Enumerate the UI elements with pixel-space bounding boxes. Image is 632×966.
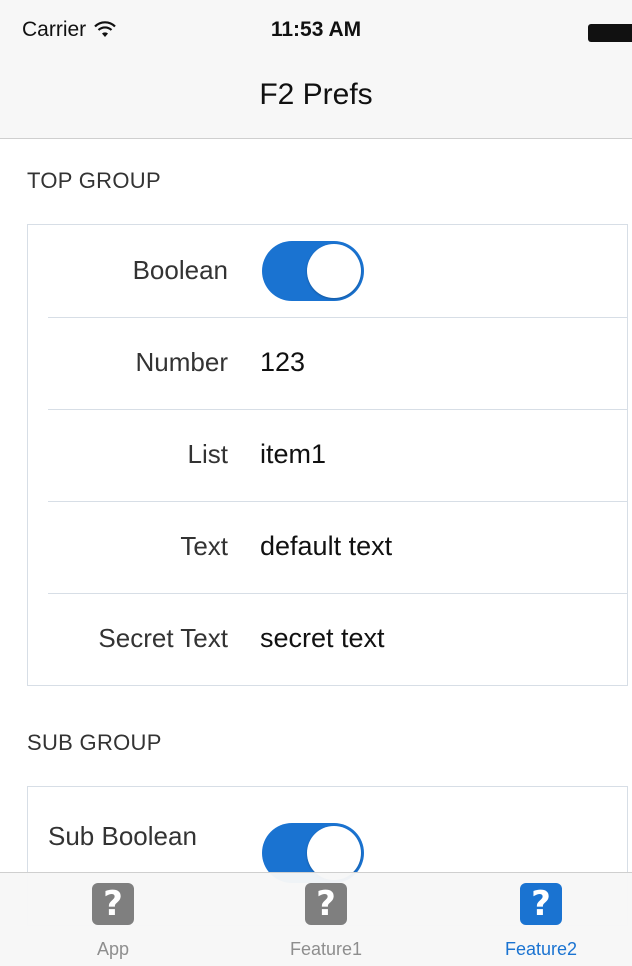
status-bar: Carrier 11:53 AM (0, 0, 632, 62)
tab-bar: ? App ? Feature1 ? Feature2 (0, 872, 632, 966)
pref-label: Secret Text (98, 623, 228, 653)
pref-row-list[interactable]: List item1 (28, 409, 627, 501)
pref-row-number[interactable]: Number 123 (28, 317, 627, 409)
pref-label: Boolean (132, 255, 228, 285)
tab-label: Feature2 (504, 939, 578, 959)
list-value[interactable]: item1 (260, 439, 326, 470)
pref-label: Text (180, 531, 228, 561)
page-title: F2 Prefs (259, 78, 373, 111)
battery-icon (588, 24, 632, 42)
question-icon: ? (92, 883, 134, 925)
secret-text-field[interactable]: secret text (260, 623, 385, 654)
tab-label: App (96, 939, 130, 959)
tab-app[interactable]: ? App (8, 873, 218, 966)
top-group: Boolean Number 123 List item1 Text defau… (27, 224, 628, 686)
pref-label: Number (135, 347, 228, 377)
pref-row-secret-text[interactable]: Secret Text secret text (28, 593, 627, 685)
tab-feature1[interactable]: ? Feature1 (221, 873, 431, 966)
pref-row-sub-boolean[interactable]: Sub Boolean (28, 787, 627, 883)
question-icon: ? (305, 883, 347, 925)
text-field[interactable]: default text (260, 531, 392, 562)
pref-label: Sub Boolean (48, 821, 197, 851)
sub-group-header: SUB GROUP (27, 730, 162, 755)
status-time: 11:53 AM (270, 18, 362, 41)
tab-label: Feature1 (289, 939, 363, 959)
toggle-knob (307, 244, 361, 298)
navigation-bar: F2 Prefs (0, 62, 632, 139)
boolean-toggle[interactable] (262, 241, 364, 301)
pref-row-text[interactable]: Text default text (28, 501, 627, 593)
tab-feature2[interactable]: ? Feature2 (436, 873, 632, 966)
question-icon: ? (520, 883, 562, 925)
top-group-header: TOP GROUP (27, 168, 161, 193)
pref-row-boolean[interactable]: Boolean (28, 225, 627, 317)
number-field[interactable]: 123 (260, 347, 305, 378)
pref-label: List (187, 439, 228, 469)
